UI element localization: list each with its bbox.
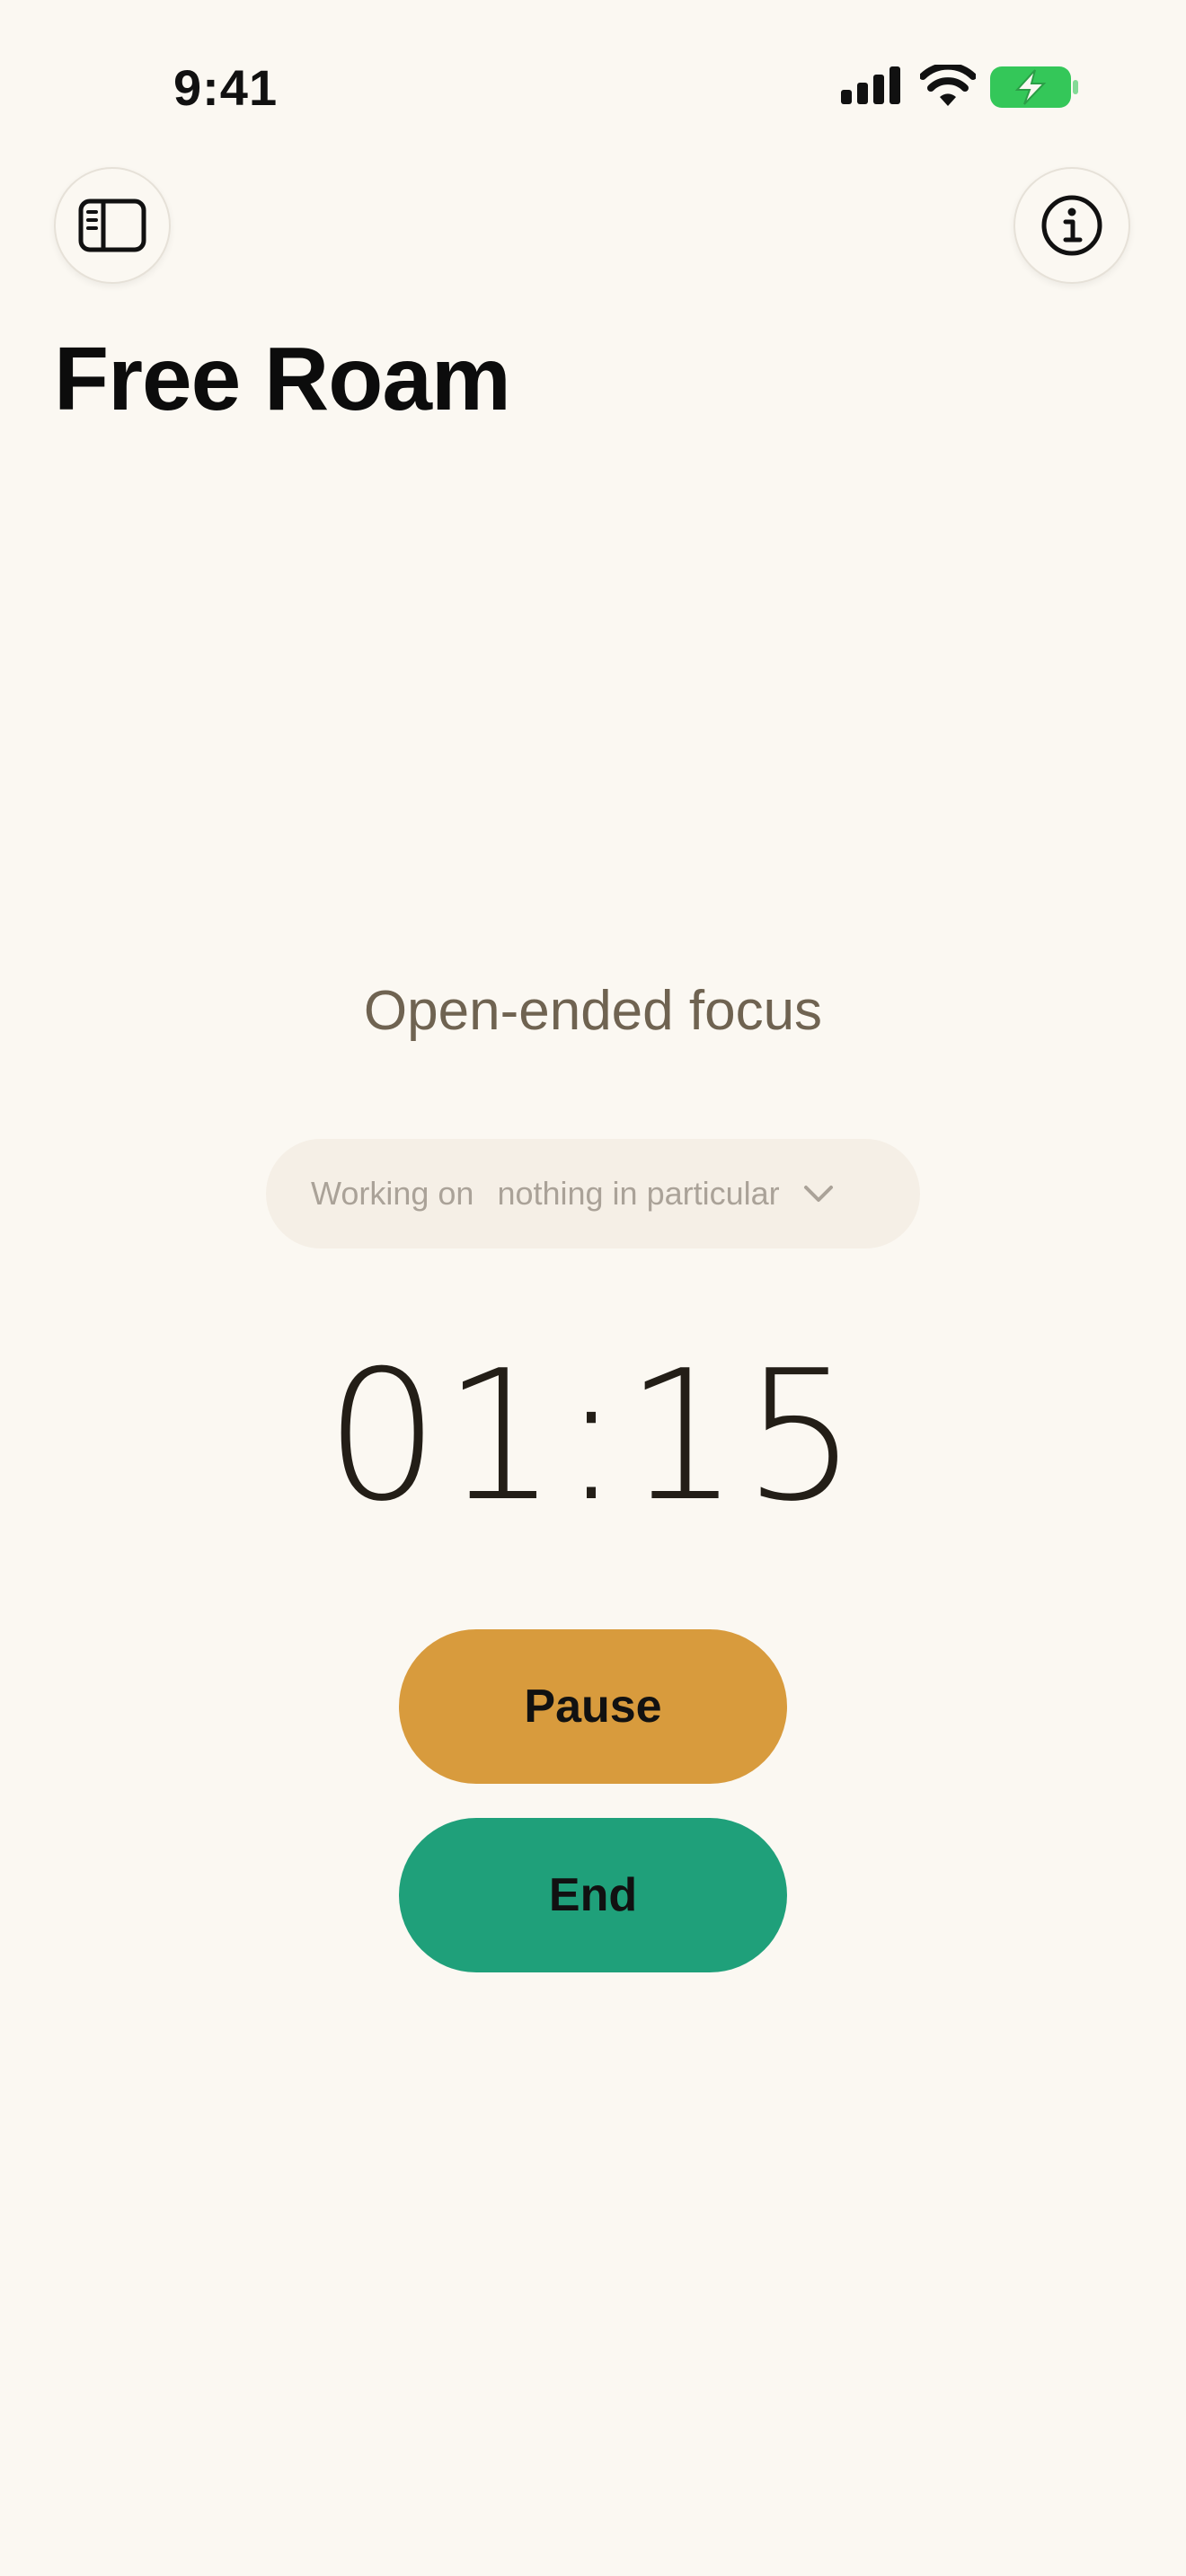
info-icon <box>1041 195 1102 256</box>
working-on-label: Working on <box>311 1175 474 1212</box>
working-on-selector[interactable]: Working on nothing in particular <box>266 1139 920 1248</box>
info-button[interactable] <box>1013 167 1130 284</box>
page-title: Free Roam <box>54 329 511 429</box>
elapsed-timer: 01:15 <box>324 1332 862 1541</box>
sidebar-toggle-button[interactable] <box>54 167 171 284</box>
focus-mode-subtitle: Open-ended focus <box>363 980 823 1042</box>
working-on-value: nothing in particular <box>497 1175 780 1212</box>
battery-charging-icon <box>990 66 1078 108</box>
wifi-icon <box>920 65 976 106</box>
status-time: 9:41 <box>173 59 279 116</box>
sidebar-icon <box>78 198 146 252</box>
end-button[interactable]: End <box>399 1818 787 1972</box>
chevron-down-icon <box>803 1186 833 1202</box>
pause-button[interactable]: Pause <box>399 1629 787 1784</box>
cellular-signal-icon <box>841 66 900 104</box>
